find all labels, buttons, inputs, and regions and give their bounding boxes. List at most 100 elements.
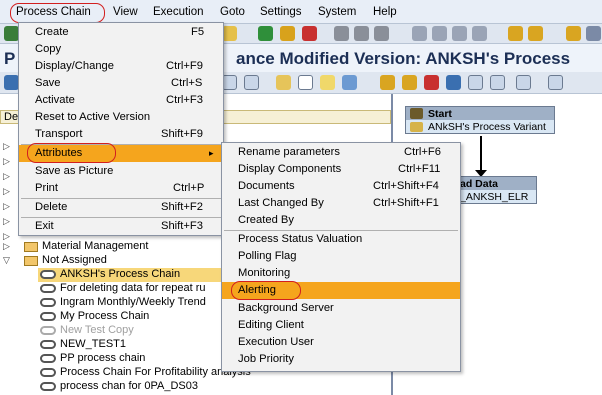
menu-execution[interactable]: Execution xyxy=(153,6,204,18)
collapse-icon[interactable]: ▽ xyxy=(3,255,10,266)
shortcut-icon[interactable] xyxy=(528,26,543,41)
menu-item-label: Print xyxy=(35,182,59,194)
menu-item-transport[interactable]: Transport Shift+F9 xyxy=(19,126,223,143)
new-session-icon[interactable] xyxy=(508,26,523,41)
check-icon[interactable] xyxy=(402,75,417,90)
tree-item-label: My Process Chain xyxy=(60,310,150,322)
layout-icon[interactable] xyxy=(586,26,601,41)
menu-item-label: Process Status Valuation xyxy=(238,233,363,245)
graphic-icon[interactable] xyxy=(516,75,531,90)
planning-view-icon[interactable] xyxy=(490,75,505,90)
page-title: ance Modified Version: ANKSH's Process xyxy=(236,49,571,68)
chain-icon xyxy=(40,284,56,293)
variant-icon xyxy=(410,122,423,132)
back-arrow-icon[interactable] xyxy=(4,75,19,90)
submenu-arrow-icon: ▸ xyxy=(209,148,214,158)
save-icon[interactable] xyxy=(222,26,237,41)
tree-node-label: Material Management xyxy=(42,240,149,252)
zoom-out-icon[interactable] xyxy=(244,75,259,90)
menu-item-shortcut: Ctrl+F9 xyxy=(166,60,203,72)
menu-item-create[interactable]: Create F5 xyxy=(19,24,223,41)
menu-item-polling-flag[interactable]: Polling Flag xyxy=(222,248,460,265)
menu-item-shortcut: Shift+F9 xyxy=(161,128,203,140)
menu-settings[interactable]: Settings xyxy=(260,6,302,18)
first-page-icon[interactable] xyxy=(412,26,427,41)
menu-item-editing-client[interactable]: Editing Client xyxy=(222,317,460,334)
menu-item-label: Save xyxy=(35,77,61,89)
activate-icon[interactable] xyxy=(342,75,357,90)
chain-icon xyxy=(40,270,56,279)
last-page-icon[interactable] xyxy=(472,26,487,41)
menu-item-activate[interactable]: Activate Ctrl+F3 xyxy=(19,92,223,109)
menu-item-shortcut: Ctrl+F3 xyxy=(166,94,203,106)
highlight-alerting-item xyxy=(231,281,301,300)
menu-goto[interactable]: Goto xyxy=(220,6,245,18)
edit-icon[interactable] xyxy=(276,75,291,90)
menu-item-created-by[interactable]: Created By xyxy=(222,212,460,229)
chain-icon xyxy=(40,298,56,307)
log-icon[interactable] xyxy=(424,75,439,90)
process-chain-menu: Create F5 Copy Display/Change Ctrl+F9 Save… xyxy=(18,22,224,236)
expand-icon[interactable]: ▷ xyxy=(3,156,10,167)
menu-item-rename-parameters[interactable]: Rename parameters Ctrl+F6 xyxy=(222,144,460,161)
print-icon[interactable] xyxy=(334,26,349,41)
menu-item-display-change[interactable]: Display/Change Ctrl+F9 xyxy=(19,58,223,75)
cancel-icon[interactable] xyxy=(302,26,317,41)
help-icon[interactable] xyxy=(566,26,581,41)
expand-icon[interactable]: ▷ xyxy=(3,241,10,252)
load-data-process-node[interactable]: ad Data _ANKSH_ELR xyxy=(455,176,537,204)
node-body: _ANKSH_ELR xyxy=(456,190,536,203)
tree-item-anksh-process-chain[interactable]: ANKSH's Process Chain xyxy=(38,268,238,282)
tree-item[interactable]: process chan for 0PA_DS03 xyxy=(38,380,391,394)
menu-help[interactable]: Help xyxy=(373,6,397,18)
start-icon xyxy=(410,108,423,119)
exit-icon[interactable] xyxy=(280,26,295,41)
info-icon[interactable] xyxy=(320,75,335,90)
menu-item-print[interactable]: Print Ctrl+P xyxy=(19,180,223,197)
menu-item-reset-active-version[interactable]: Reset to Active Version xyxy=(19,109,223,126)
menu-item-save-as-picture[interactable]: Save as Picture xyxy=(19,163,223,180)
menu-item-label: Job Priority xyxy=(238,353,294,365)
expand-icon[interactable]: ▷ xyxy=(3,216,10,227)
menu-system[interactable]: System xyxy=(318,6,356,18)
previous-page-icon[interactable] xyxy=(432,26,447,41)
new-document-icon[interactable] xyxy=(298,75,313,90)
schedule-icon[interactable] xyxy=(380,75,395,90)
expand-icon[interactable]: ▷ xyxy=(3,201,10,212)
menu-item-documents[interactable]: Documents Ctrl+Shift+F4 xyxy=(222,178,460,195)
menu-item-monitoring[interactable]: Monitoring xyxy=(222,265,460,282)
menu-item-background-server[interactable]: Background Server xyxy=(222,300,460,317)
node-header: ad Data xyxy=(456,177,536,190)
back-icon[interactable] xyxy=(258,26,273,41)
monitor-icon[interactable] xyxy=(446,75,461,90)
tree-item-label: New Test Copy xyxy=(60,324,134,336)
menu-item-execution-user[interactable]: Execution User xyxy=(222,334,460,351)
highlight-process-chain-menu xyxy=(10,3,105,23)
enter-icon[interactable] xyxy=(4,26,19,41)
find-next-icon[interactable] xyxy=(374,26,389,41)
find-icon[interactable] xyxy=(354,26,369,41)
menu-item-save[interactable]: Save Ctrl+S xyxy=(19,75,223,92)
expand-icon[interactable]: ▷ xyxy=(3,171,10,182)
menu-item-label: Documents xyxy=(238,180,295,192)
menu-view[interactable]: View xyxy=(113,6,138,18)
expand-icon[interactable]: ▷ xyxy=(3,141,10,152)
menu-item-label: Delete xyxy=(35,201,68,213)
table-icon[interactable] xyxy=(548,75,563,90)
menu-item-delete[interactable]: Delete Shift+F2 xyxy=(19,199,223,216)
menu-item-shortcut: Ctrl+F11 xyxy=(398,163,441,175)
menu-item-last-changed-by[interactable]: Last Changed By Ctrl+Shift+F1 xyxy=(222,195,460,212)
menu-item-job-priority[interactable]: Job Priority xyxy=(222,351,460,368)
transport-icon[interactable] xyxy=(468,75,483,90)
connector-line xyxy=(480,136,482,174)
next-page-icon[interactable] xyxy=(452,26,467,41)
expand-icon[interactable]: ▷ xyxy=(3,186,10,197)
start-process-node[interactable]: Start ANkSH's Process Variant xyxy=(405,106,555,134)
node-header-label: Start xyxy=(428,108,452,120)
menu-item-copy[interactable]: Copy xyxy=(19,41,223,58)
tree-item-label: For deleting data for repeat ru xyxy=(60,282,206,294)
menu-item-exit[interactable]: Exit Shift+F3 xyxy=(19,218,223,235)
menu-item-display-components[interactable]: Display Components Ctrl+F11 xyxy=(222,161,460,178)
zoom-in-icon[interactable] xyxy=(222,75,237,90)
menu-item-process-status-valuation[interactable]: Process Status Valuation xyxy=(222,231,460,248)
